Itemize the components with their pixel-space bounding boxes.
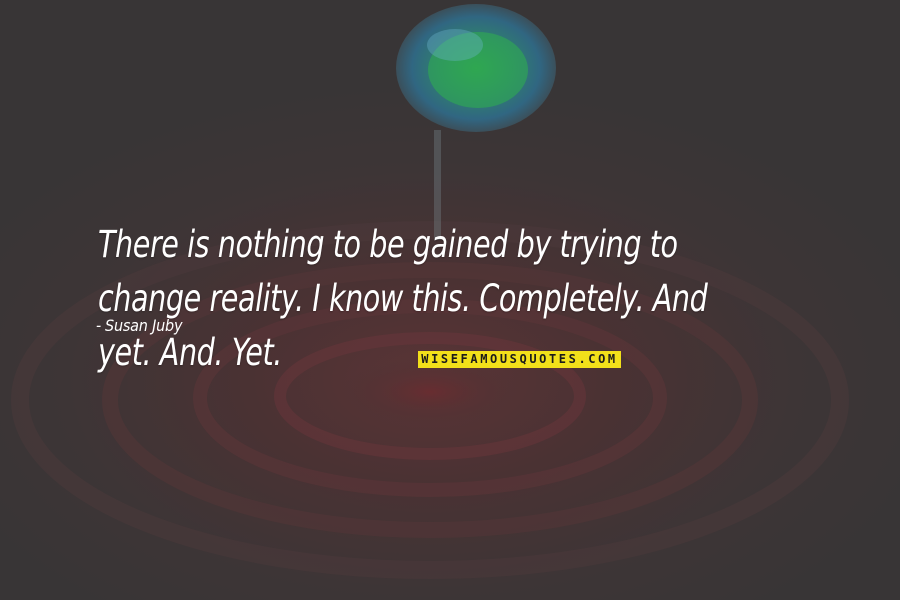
quote-author: - Susan Juby xyxy=(96,316,183,335)
author-dash: - xyxy=(96,316,101,335)
quote-card: There is nothing to be gained by trying … xyxy=(0,0,900,600)
wisefamousquotes-logo: WISEFAMOUSQUOTES.COM xyxy=(418,351,621,368)
quote-text: There is nothing to be gained by trying … xyxy=(98,223,708,374)
author-name: Susan Juby xyxy=(105,316,183,335)
